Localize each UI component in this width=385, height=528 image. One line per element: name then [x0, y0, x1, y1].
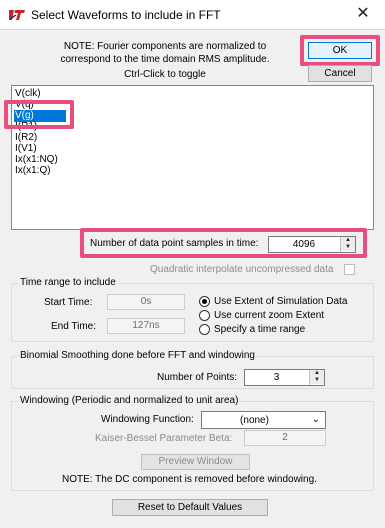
spin-up-icon[interactable]: ▲ [310, 370, 324, 377]
chevron-down-icon[interactable]: ⌄ [312, 413, 320, 427]
start-time-field[interactable]: 0s [107, 294, 185, 310]
radio-specify-range-label[interactable]: Specify a time range [214, 324, 305, 336]
beta-field[interactable]: 2 [244, 430, 326, 446]
quadratic-checkbox[interactable] [344, 264, 355, 275]
spin-down-icon[interactable]: ▼ [341, 244, 355, 251]
ltspice-app-icon [8, 8, 26, 22]
end-time-field[interactable]: 127ns [107, 318, 185, 334]
selection-highlight [4, 100, 74, 129]
points-stepper[interactable]: 3 ▲ ▼ [244, 369, 325, 386]
quadratic-label: Quadratic interpolate uncompressed data [150, 264, 334, 275]
windowing-function-value[interactable]: (none) [202, 414, 307, 427]
preview-window-button[interactable]: Preview Window [141, 454, 250, 470]
fourier-note: NOTE: Fourier components are normalized … [40, 40, 290, 66]
points-label: Number of Points: [157, 372, 238, 383]
spin-up-icon[interactable]: ▲ [341, 237, 355, 244]
ok-button[interactable]: OK [308, 42, 372, 59]
radio-zoom-extent-label[interactable]: Use current zoom Extent [214, 310, 324, 322]
ctrl-click-note: Ctrl-Click to toggle [124, 69, 206, 80]
radio-specify-range[interactable] [199, 324, 210, 335]
samples-stepper[interactable]: 4096 ▲ ▼ [268, 236, 356, 253]
reset-defaults-button[interactable]: Reset to Default Values [112, 499, 268, 516]
samples-label: Number of data point samples in time: [90, 238, 259, 249]
radio-use-extent-label[interactable]: Use Extent of Simulation Data [214, 296, 347, 308]
windowing-function-label: Windowing Function: [101, 414, 194, 425]
points-spin-buttons[interactable]: ▲ ▼ [309, 370, 324, 385]
end-time-label: End Time: [51, 321, 97, 332]
binomial-title: Binomial Smoothing done before FFT and w… [18, 350, 257, 362]
windowing-title: Windowing (Periodic and normalized to un… [18, 395, 241, 407]
radio-use-extent[interactable] [199, 296, 210, 307]
close-icon[interactable]: ✕ [348, 3, 378, 25]
dc-note: NOTE: The DC component is removed before… [62, 474, 317, 485]
spin-down-icon[interactable]: ▼ [310, 377, 324, 384]
radio-zoom-extent[interactable] [199, 310, 210, 321]
cancel-button[interactable]: Cancel [308, 65, 372, 82]
waveform-item-ix-x1-q[interactable]: Ix(x1:Q) [14, 165, 51, 177]
windowing-function-select[interactable]: (none) ⌄ [201, 411, 326, 429]
window-title: Select Waveforms to include in FFT [31, 8, 221, 22]
fourier-note-line1: NOTE: Fourier components are normalized … [63, 41, 267, 52]
beta-label: Kaiser-Bessel Parameter Beta: [95, 433, 233, 444]
time-range-title: Time range to include [18, 277, 118, 289]
samples-spin-buttons[interactable]: ▲ ▼ [340, 237, 355, 252]
fourier-note-line2: correspond to the time domain RMS amplit… [60, 54, 270, 65]
points-value[interactable]: 3 [245, 371, 308, 384]
start-time-label: Start Time: [44, 297, 93, 308]
samples-value[interactable]: 4096 [269, 238, 339, 251]
